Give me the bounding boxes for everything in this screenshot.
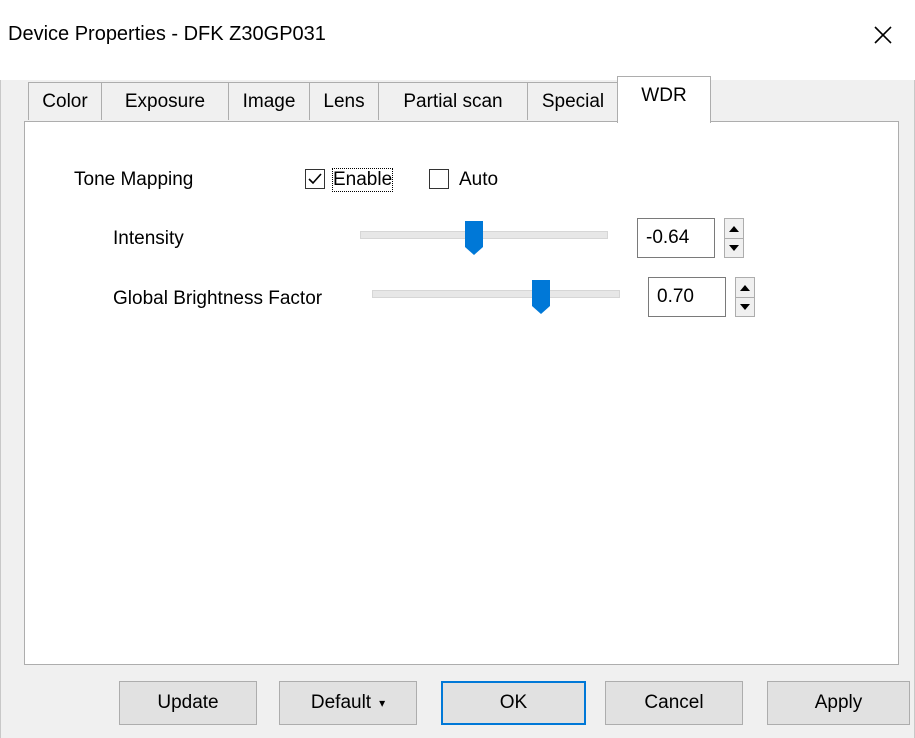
- down-arrow-icon: [729, 244, 739, 251]
- intensity-spin-down-button[interactable]: [725, 238, 743, 257]
- checkmark-icon: [308, 173, 322, 185]
- enable-label[interactable]: Enable: [331, 168, 394, 192]
- tab-label: Exposure: [124, 90, 206, 112]
- tab-special[interactable]: Special: [527, 82, 619, 120]
- intensity-value: -0.64: [646, 227, 690, 248]
- tab-label: Image: [242, 90, 296, 112]
- tab-image[interactable]: Image: [228, 82, 310, 120]
- intensity-label: Intensity: [113, 228, 184, 249]
- intensity-spin: [724, 218, 744, 258]
- dropdown-arrow-icon: ▾: [379, 696, 386, 710]
- global-brightness-label: Global Brightness Factor: [113, 288, 323, 309]
- global-brightness-slider-thumb[interactable]: [532, 280, 550, 314]
- global-brightness-value: 0.70: [657, 286, 694, 307]
- ok-button-label: OK: [499, 692, 528, 713]
- update-button[interactable]: Update: [119, 681, 257, 725]
- cancel-button-label: Cancel: [644, 692, 704, 713]
- tab-label: Special: [541, 90, 605, 112]
- wdr-tab-page: Tone Mapping Enable Auto Intensity -0.64…: [24, 121, 899, 665]
- enable-checkbox[interactable]: [305, 169, 325, 189]
- update-button-label: Update: [157, 692, 219, 713]
- ok-button[interactable]: OK: [441, 681, 586, 725]
- cancel-button[interactable]: Cancel: [605, 681, 743, 725]
- global-brightness-slider[interactable]: [372, 290, 620, 298]
- up-arrow-icon: [740, 284, 750, 291]
- title-bar: Device Properties - DFK Z30GP031: [0, 0, 915, 80]
- tab-exposure[interactable]: Exposure: [101, 82, 229, 120]
- tab-partial-scan[interactable]: Partial scan: [378, 82, 528, 120]
- auto-label[interactable]: Auto: [459, 169, 498, 191]
- intensity-slider[interactable]: [360, 231, 608, 239]
- auto-checkbox[interactable]: [429, 169, 449, 189]
- default-button-label: Default: [310, 692, 372, 713]
- up-arrow-icon: [729, 225, 739, 232]
- apply-button-label: Apply: [814, 692, 863, 713]
- global-brightness-spin: [735, 277, 755, 317]
- tab-label: Lens: [323, 90, 365, 112]
- global-brightness-value-field[interactable]: 0.70: [648, 277, 726, 317]
- window-title: Device Properties - DFK Z30GP031: [8, 23, 326, 45]
- apply-button[interactable]: Apply: [767, 681, 910, 725]
- tone-mapping-label: Tone Mapping: [74, 169, 194, 190]
- window-border-left: [0, 80, 1, 738]
- tab-label: WDR: [641, 85, 687, 106]
- intensity-value-field[interactable]: -0.64: [637, 218, 715, 258]
- tab-label: Color: [42, 90, 88, 112]
- tab-label: Partial scan: [403, 90, 503, 112]
- intensity-slider-thumb[interactable]: [465, 221, 483, 255]
- down-arrow-icon: [740, 303, 750, 310]
- intensity-spin-up-button[interactable]: [725, 219, 743, 239]
- global-brightness-spin-up-button[interactable]: [736, 278, 754, 298]
- default-button[interactable]: Default ▾: [279, 681, 417, 725]
- close-button[interactable]: [860, 15, 906, 55]
- tab-lens[interactable]: Lens: [309, 82, 379, 120]
- global-brightness-spin-down-button[interactable]: [736, 297, 754, 316]
- tab-wdr[interactable]: WDR: [617, 76, 711, 123]
- tab-color[interactable]: Color: [28, 82, 102, 120]
- close-icon: [874, 26, 892, 44]
